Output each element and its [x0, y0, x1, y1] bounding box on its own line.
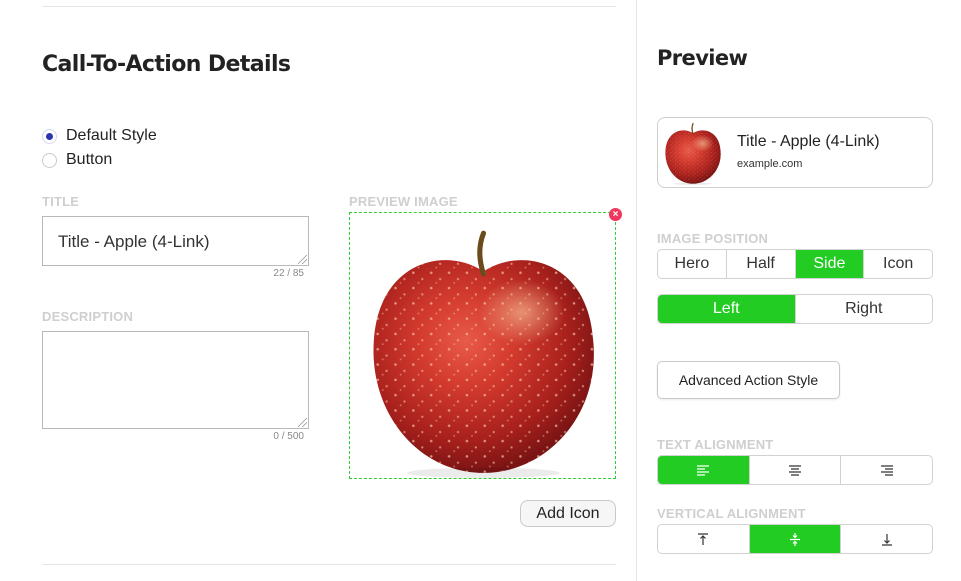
align-right-icon [880, 464, 893, 476]
bottom-divider [42, 564, 616, 565]
align-middle-icon [790, 532, 800, 546]
image-position-control[interactable]: Hero Half Side Icon [657, 249, 933, 279]
description-counter: 0 / 500 [273, 431, 304, 442]
style-option-default[interactable]: Default Style [42, 127, 157, 145]
image-position-side[interactable]: Side [794, 250, 864, 278]
vertical-alignment-label: VERTICAL ALIGNMENT [657, 506, 806, 521]
align-top-button[interactable] [658, 525, 749, 553]
align-center-icon [789, 464, 801, 476]
resize-handle[interactable] [298, 255, 307, 264]
description-field[interactable] [42, 331, 309, 429]
preview-heading: Preview [657, 46, 748, 70]
title-label: TITLE [42, 194, 80, 209]
top-divider [42, 6, 616, 7]
title-counter: 22 / 85 [273, 268, 304, 279]
resize-handle[interactable] [298, 418, 307, 427]
preview-image-label: PREVIEW IMAGE [349, 194, 458, 209]
preview-card-domain: example.com [737, 158, 803, 170]
text-alignment-label: TEXT ALIGNMENT [657, 437, 774, 452]
title-field[interactable]: Title - Apple (4-Link) [42, 216, 309, 266]
image-side-right[interactable]: Right [794, 295, 933, 323]
align-bottom-icon [881, 533, 892, 546]
align-center-button[interactable] [748, 456, 841, 484]
vertical-alignment-control[interactable] [657, 524, 933, 554]
advanced-action-style-button[interactable]: Advanced Action Style [657, 361, 840, 399]
text-alignment-control[interactable] [657, 455, 933, 485]
add-icon-button[interactable]: Add Icon [520, 500, 616, 527]
style-option-button[interactable]: Button [42, 151, 112, 169]
image-side-left[interactable]: Left [658, 295, 795, 323]
image-side-control[interactable]: Left Right [657, 294, 933, 324]
preview-card: Title - Apple (4-Link) example.com [657, 117, 933, 188]
align-bottom-button[interactable] [840, 525, 932, 553]
align-left-icon [697, 464, 710, 476]
align-middle-button[interactable] [748, 525, 841, 553]
preview-image-dropzone[interactable] [349, 212, 616, 479]
description-label: DESCRIPTION [42, 309, 134, 324]
style-option-label: Button [66, 151, 113, 168]
align-top-icon [698, 532, 709, 545]
title-field-value: Title - Apple (4-Link) [58, 232, 210, 251]
remove-image-icon[interactable]: × [609, 208, 622, 221]
radio-button-style[interactable] [42, 152, 57, 168]
radio-default-style[interactable] [42, 128, 57, 144]
image-position-label: IMAGE POSITION [657, 231, 769, 246]
apple-image [356, 223, 611, 478]
panel-separator [636, 0, 637, 581]
image-position-hero[interactable]: Hero [658, 250, 726, 278]
preview-card-image [664, 122, 722, 185]
style-option-label: Default Style [66, 127, 157, 144]
image-position-icon[interactable]: Icon [863, 250, 932, 278]
align-right-button[interactable] [840, 456, 932, 484]
section-heading: Call-To-Action Details [42, 52, 291, 77]
preview-card-title: Title - Apple (4-Link) [737, 133, 880, 150]
image-position-half[interactable]: Half [725, 250, 795, 278]
align-left-button[interactable] [658, 456, 749, 484]
